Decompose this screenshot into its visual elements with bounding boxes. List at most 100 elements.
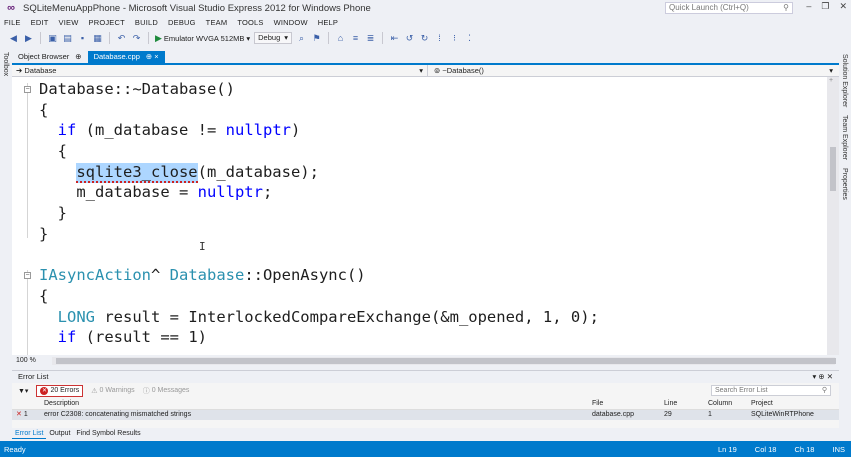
close-button[interactable]: ✕ bbox=[839, 1, 847, 12]
code-line[interactable] bbox=[39, 245, 599, 266]
quick-launch-input[interactable]: Quick Launch (Ctrl+Q) ⚲ bbox=[665, 2, 793, 14]
minimize-button[interactable]: – bbox=[806, 1, 811, 12]
menu-edit[interactable]: EDIT bbox=[31, 18, 49, 27]
scrollbar-thumb[interactable] bbox=[56, 357, 836, 364]
restore-button[interactable]: ❐ bbox=[821, 1, 829, 12]
column-line[interactable]: Line bbox=[664, 398, 708, 409]
code-line[interactable]: { bbox=[39, 100, 599, 121]
tab-find-symbol-results[interactable]: Find Symbol Results bbox=[73, 428, 143, 439]
run-target-label: Emulator WVGA 512MB bbox=[163, 33, 245, 43]
editor-vertical-scrollbar[interactable]: + bbox=[827, 77, 839, 355]
column-description[interactable]: Description bbox=[40, 398, 592, 409]
close-icon[interactable]: ✕ bbox=[827, 372, 833, 381]
close-tab-icon[interactable]: ⊕ × bbox=[146, 51, 159, 63]
menu-build[interactable]: BUILD bbox=[135, 18, 158, 27]
comment-icon[interactable]: ≡ bbox=[350, 33, 361, 44]
column-column[interactable]: Column bbox=[708, 398, 751, 409]
menu-window[interactable]: WINDOW bbox=[274, 18, 308, 27]
menu-project[interactable]: PROJECT bbox=[89, 18, 125, 27]
errors-filter-button[interactable]: ✕ 20 Errors bbox=[36, 384, 84, 397]
outline-guide bbox=[27, 83, 28, 238]
code-editor[interactable]: − − Database::~Database(){ if (m_databas… bbox=[12, 77, 827, 355]
solution-explorer-tab[interactable]: Solution Explorer bbox=[841, 54, 848, 107]
bookmark-icon[interactable]: ⌂ bbox=[335, 33, 346, 44]
status-line: Ln 19 bbox=[718, 444, 737, 454]
open-file-icon[interactable]: ▤ bbox=[62, 33, 73, 44]
tab-object-browser[interactable]: Object Browser ⊕ bbox=[12, 51, 88, 63]
column-file[interactable]: File bbox=[592, 398, 664, 409]
collapse-icon[interactable]: − bbox=[24, 86, 31, 93]
code-line[interactable]: } bbox=[39, 203, 599, 224]
find-icon[interactable]: ⌕ bbox=[296, 33, 307, 44]
redo-icon[interactable]: ↷ bbox=[131, 33, 142, 44]
breakpoint-icon[interactable]: ⁞ bbox=[434, 33, 445, 44]
properties-tab[interactable]: Properties bbox=[841, 168, 848, 200]
code-line[interactable]: Database::~Database() bbox=[39, 79, 599, 100]
uncomment-icon[interactable]: ≣ bbox=[365, 33, 376, 44]
filter-icon[interactable]: ▼▾ bbox=[18, 387, 28, 395]
save-all-icon[interactable]: ▦ bbox=[92, 33, 103, 44]
menu-bar: FILE EDIT VIEW PROJECT BUILD DEBUG TEAM … bbox=[0, 16, 851, 29]
tab-database-cpp[interactable]: Database.cpp ⊕ × bbox=[87, 51, 165, 63]
code-token: { bbox=[39, 286, 49, 305]
scrollbar-thumb[interactable] bbox=[830, 147, 836, 191]
save-icon[interactable]: ▪ bbox=[77, 33, 88, 44]
menu-team[interactable]: TEAM bbox=[206, 18, 228, 27]
menu-file[interactable]: FILE bbox=[4, 18, 21, 27]
step-out-icon[interactable]: ↻ bbox=[419, 33, 430, 44]
zoom-level[interactable]: 100 % bbox=[12, 357, 52, 364]
code-text[interactable]: Database::~Database(){ if (m_database !=… bbox=[39, 79, 599, 348]
toolbox-tab[interactable]: Toolbox bbox=[2, 52, 9, 76]
member-dropdown[interactable]: ⊚ ~Database() ▾ bbox=[428, 65, 839, 76]
editor-horizontal-scrollbar[interactable] bbox=[52, 356, 836, 365]
code-line[interactable]: if (m_database != nullptr) bbox=[39, 120, 599, 141]
menu-help[interactable]: HELP bbox=[318, 18, 338, 27]
code-line[interactable]: sqlite3_close(m_database); bbox=[39, 162, 599, 183]
undo-icon[interactable]: ↶ bbox=[116, 33, 127, 44]
chevron-down-icon: ▾ bbox=[284, 33, 289, 42]
start-debugging-button[interactable]: ▶ Emulator WVGA 512MB ▾ bbox=[155, 33, 250, 44]
editor-footer: 100 % bbox=[12, 355, 839, 366]
split-icon[interactable]: + bbox=[829, 77, 833, 84]
attach-icon[interactable]: ⚑ bbox=[311, 33, 322, 44]
pin-icon[interactable]: ⊕ bbox=[818, 372, 824, 381]
code-line[interactable]: { bbox=[39, 141, 599, 162]
toggle-icon[interactable]: ⁝ bbox=[449, 33, 460, 44]
menu-debug[interactable]: DEBUG bbox=[168, 18, 196, 27]
dropdown-icon[interactable]: ▾ bbox=[812, 372, 816, 381]
column-project[interactable]: Project bbox=[751, 398, 839, 409]
step-icon[interactable]: ↺ bbox=[404, 33, 415, 44]
code-token: ; bbox=[262, 183, 273, 202]
code-line[interactable]: if (result == 1) bbox=[39, 327, 599, 348]
navigate-icon[interactable]: ⇤ bbox=[389, 33, 400, 44]
tab-output[interactable]: Output bbox=[46, 428, 73, 439]
outline-icon[interactable]: ⁚ bbox=[464, 33, 475, 44]
team-explorer-tab[interactable]: Team Explorer bbox=[841, 115, 848, 160]
error-list-search-input[interactable]: Search Error List ⚲ bbox=[711, 385, 831, 396]
code-line[interactable]: m_database = nullptr; bbox=[39, 182, 599, 203]
new-project-icon[interactable]: ▣ bbox=[47, 33, 58, 44]
code-line[interactable]: LONG result = InterlockedCompareExchange… bbox=[39, 307, 599, 328]
configuration-select[interactable]: Debug ▾ bbox=[254, 32, 293, 44]
messages-filter-button[interactable]: ⓘ 0 Messages bbox=[143, 386, 190, 396]
row-description: error C2308: concatenating mismatched st… bbox=[44, 411, 192, 418]
warnings-filter-button[interactable]: ⚠ 0 Warnings bbox=[91, 387, 134, 395]
forward-icon[interactable]: ▶ bbox=[23, 33, 34, 44]
menu-tools[interactable]: TOOLS bbox=[237, 18, 263, 27]
code-token: m_database = bbox=[39, 183, 198, 202]
code-line[interactable]: { bbox=[39, 286, 599, 307]
code-line[interactable]: } bbox=[39, 224, 599, 245]
warning-icon: ⚠ bbox=[91, 387, 98, 395]
status-char: Ch 18 bbox=[794, 444, 815, 454]
back-icon[interactable]: ◀ bbox=[8, 33, 19, 44]
collapse-icon[interactable]: − bbox=[24, 272, 31, 279]
tab-error-list[interactable]: Error List bbox=[12, 428, 47, 439]
class-dropdown[interactable]: ➔ Database ▾ bbox=[12, 65, 428, 76]
code-token: ) bbox=[290, 121, 301, 140]
code-line[interactable]: IAsyncAction^ Database::OpenAsync() bbox=[39, 265, 599, 286]
menu-view[interactable]: VIEW bbox=[59, 18, 79, 27]
table-row[interactable]: ✕ 1 error C2308: concatenating mismatche… bbox=[12, 410, 839, 420]
pin-icon[interactable]: ⊕ bbox=[75, 51, 81, 63]
